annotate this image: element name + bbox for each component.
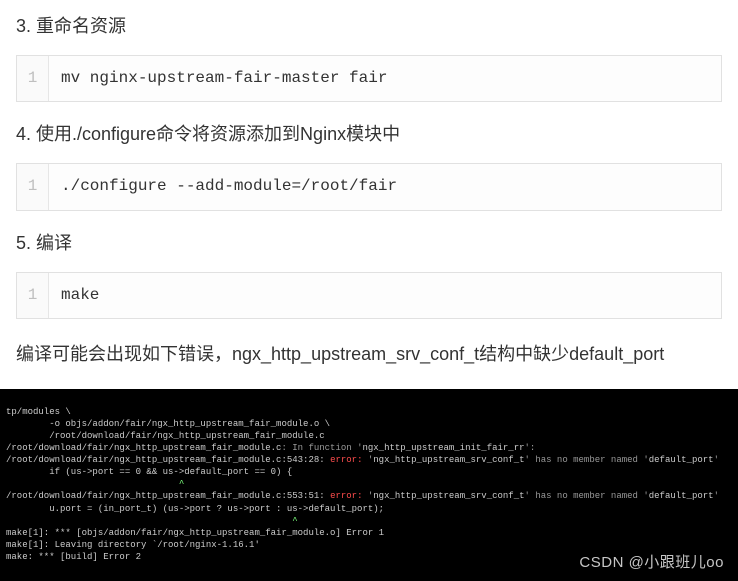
code-content: ./configure --add-module=/root/fair — [49, 164, 409, 210]
section-title-3: 3. 重命名资源 — [16, 12, 722, 41]
code-block-1: 1 mv nginx-upstream-fair-master fair — [16, 55, 722, 103]
code-block-2: 1 ./configure --add-module=/root/fair — [16, 163, 722, 211]
term-line: /root/download/fair/ngx_http_upstream_fa… — [6, 443, 535, 453]
section-title-5: 5. 编译 — [16, 229, 722, 258]
term-line: make[1]: Leaving directory `/root/nginx-… — [6, 540, 260, 550]
line-number: 1 — [17, 56, 49, 102]
term-line: -o objs/addon/fair/ngx_http_upstream_fai… — [6, 419, 330, 429]
term-line: /root/download/fair/ngx_http_upstream_fa… — [6, 455, 719, 465]
term-line: /root/download/fair/ngx_http_upstream_fa… — [6, 491, 719, 501]
terminal-output: tp/modules \ -o objs/addon/fair/ngx_http… — [0, 389, 738, 581]
term-line: ^ — [6, 516, 298, 526]
watermark: CSDN @小跟班儿oo — [579, 553, 724, 573]
line-number: 1 — [17, 164, 49, 210]
error-description: 编译可能会出现如下错误，ngx_http_upstream_srv_conf_t… — [16, 337, 722, 371]
term-line: /root/download/fair/ngx_http_upstream_fa… — [6, 431, 325, 441]
term-line: u.port = (in_port_t) (us->port ? us->por… — [6, 504, 384, 514]
term-line: make: *** [build] Error 2 — [6, 552, 141, 562]
term-line: ^ — [6, 479, 184, 489]
code-content: make — [49, 273, 111, 319]
term-line: if (us->port == 0 && us->default_port ==… — [6, 467, 292, 477]
code-content: mv nginx-upstream-fair-master fair — [49, 56, 399, 102]
term-line: tp/modules \ — [6, 407, 71, 417]
term-line: make[1]: *** [objs/addon/fair/ngx_http_u… — [6, 528, 384, 538]
code-block-3: 1 make — [16, 272, 722, 320]
line-number: 1 — [17, 273, 49, 319]
section-title-4: 4. 使用./configure命令将资源添加到Nginx模块中 — [16, 120, 722, 149]
